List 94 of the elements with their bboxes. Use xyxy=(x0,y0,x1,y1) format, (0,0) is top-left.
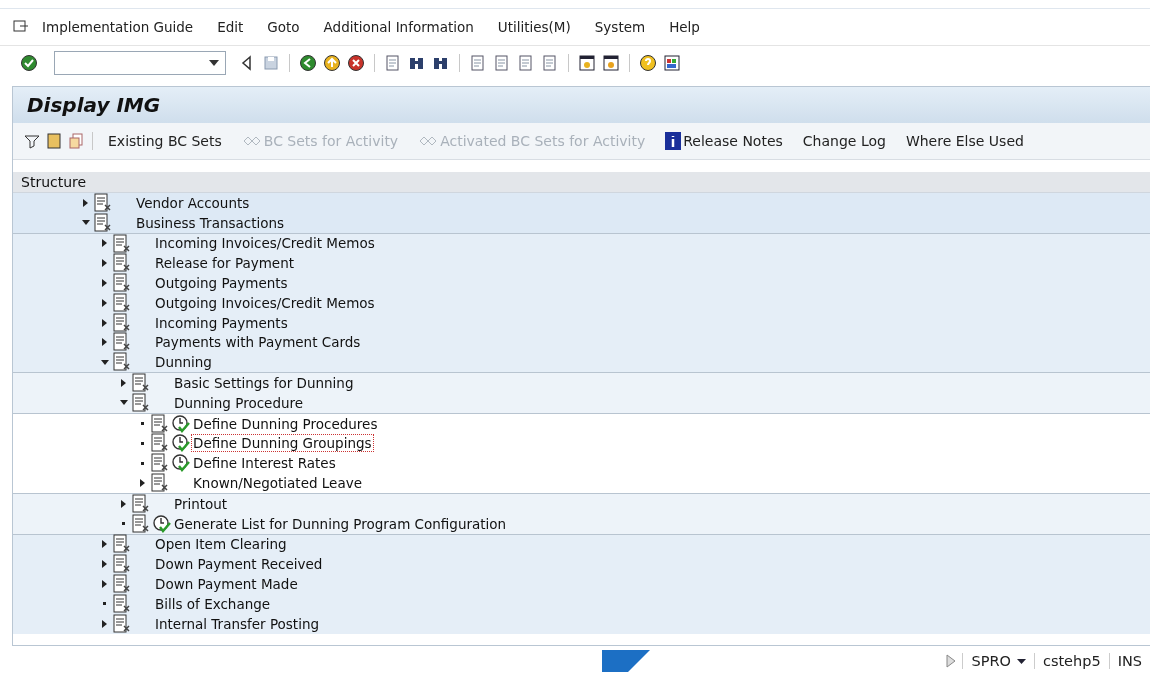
document-icon xyxy=(131,513,151,534)
menu-item[interactable]: Edit xyxy=(205,19,256,35)
tree-node-label[interactable]: Define Dunning Procedures xyxy=(192,415,379,432)
expand-arrow-icon[interactable] xyxy=(102,338,107,347)
tree-node-label[interactable]: Bills of Exchange xyxy=(154,595,272,612)
document-icon xyxy=(112,332,132,353)
tree-node-label[interactable]: Known/Negotiated Leave xyxy=(192,475,363,492)
transaction-code[interactable]: SPRO xyxy=(962,653,1034,669)
tree-node-label[interactable]: Open Item Clearing xyxy=(154,536,288,553)
tree-node-label[interactable]: Outgoing Payments xyxy=(154,275,289,292)
document-icon xyxy=(112,613,132,634)
menu-item[interactable]: Goto xyxy=(255,19,312,35)
bookmark-icon[interactable] xyxy=(45,132,63,150)
document-icon xyxy=(112,273,132,294)
check-icon[interactable] xyxy=(20,54,38,72)
expand-arrow-icon[interactable] xyxy=(102,279,107,288)
input-mode: INS xyxy=(1108,653,1150,669)
command-field[interactable] xyxy=(54,51,226,75)
tree-node-label[interactable]: Define Interest Rates xyxy=(192,455,337,472)
document-icon xyxy=(93,212,113,233)
filter-icon[interactable] xyxy=(23,132,41,150)
expand-arrow-icon[interactable] xyxy=(102,318,107,327)
tree-node-label[interactable]: Define Dunning Groupings xyxy=(192,435,373,452)
toolbar-button[interactable]: Release Notes xyxy=(657,130,791,152)
back-icon[interactable] xyxy=(299,54,317,72)
screen-title: Display IMG xyxy=(27,93,161,117)
document-icon xyxy=(112,352,132,373)
document-icon xyxy=(112,574,132,595)
toolbar-button[interactable]: Existing BC Sets xyxy=(100,131,230,151)
copy-icon[interactable] xyxy=(67,132,85,150)
document-icon xyxy=(150,433,170,454)
tree-node-label[interactable]: Business Transactions xyxy=(135,214,286,231)
tree-node-label[interactable]: Incoming Invoices/Credit Memos xyxy=(154,235,376,252)
menu-item[interactable]: Additional Information xyxy=(311,19,486,35)
play-triangle-icon[interactable] xyxy=(946,654,957,668)
document-icon xyxy=(131,373,151,394)
clock-check-icon[interactable] xyxy=(171,413,191,434)
cancel-icon[interactable] xyxy=(347,54,365,72)
dropdown-caret-icon[interactable] xyxy=(1016,658,1026,664)
tree-node-label[interactable]: Generate List for Dunning Program Configuration xyxy=(173,515,508,532)
toolbar-button[interactable]: Change Log xyxy=(794,131,894,151)
menu-item[interactable]: Implementation Guide xyxy=(30,19,206,35)
document-icon xyxy=(150,453,170,474)
expand-arrow-icon[interactable] xyxy=(102,560,107,569)
tree-node-label[interactable]: Release for Payment xyxy=(154,255,295,272)
tree-node-label[interactable]: Down Payment Made xyxy=(154,576,299,593)
link-icon xyxy=(241,134,262,148)
layout-icon[interactable] xyxy=(663,54,681,72)
menu-item[interactable]: Help xyxy=(657,19,712,35)
dropdown-caret-icon[interactable] xyxy=(209,60,219,66)
document-icon xyxy=(131,392,151,413)
document-icon xyxy=(112,593,132,614)
expand-arrow-icon[interactable] xyxy=(83,198,88,207)
collapse-arrow-icon[interactable] xyxy=(81,220,90,226)
help-icon[interactable] xyxy=(639,54,657,72)
menu-item[interactable]: System xyxy=(582,19,658,35)
tree-node-label[interactable]: Vendor Accounts xyxy=(135,194,251,211)
clock-check-icon[interactable] xyxy=(171,453,191,474)
expand-arrow-icon[interactable] xyxy=(102,298,107,307)
tree-node-label[interactable]: Basic Settings for Dunning xyxy=(173,375,355,392)
tree-node-label[interactable]: Down Payment Received xyxy=(154,556,324,573)
menu-item[interactable]: Utilities(M) xyxy=(485,19,583,35)
clock-check-icon[interactable] xyxy=(171,433,191,454)
document-icon xyxy=(112,292,132,313)
server-name: cstehp5 xyxy=(1033,653,1109,669)
expand-arrow-icon[interactable] xyxy=(102,259,107,268)
expand-arrow-icon[interactable] xyxy=(140,479,145,488)
document-icon xyxy=(93,192,113,213)
document-icon xyxy=(112,233,132,254)
toolbar-button[interactable]: Where Else Used xyxy=(897,131,1032,151)
link-icon xyxy=(418,134,439,148)
document-icon xyxy=(112,253,132,274)
tree-node-label[interactable]: Internal Transfer Posting xyxy=(154,615,321,632)
expand-arrow-icon[interactable] xyxy=(102,619,107,628)
tree-node-label[interactable]: Dunning xyxy=(154,354,213,371)
expand-arrow-icon[interactable] xyxy=(102,540,107,549)
expand-arrow-icon[interactable] xyxy=(102,580,107,589)
collapse-arrow-icon[interactable] xyxy=(100,359,109,365)
document-icon xyxy=(112,554,132,575)
collapse-arrow-icon[interactable] xyxy=(119,400,128,406)
tree-node-label[interactable]: Dunning Procedure xyxy=(173,394,305,411)
info-icon xyxy=(665,132,682,150)
tree-node-label[interactable]: Outgoing Invoices/Credit Memos xyxy=(154,294,376,311)
tree-node-label[interactable]: Incoming Payments xyxy=(154,314,289,331)
expand-arrow-icon[interactable] xyxy=(102,239,107,248)
column-header: Structure xyxy=(13,172,1150,193)
document-icon xyxy=(112,534,132,555)
expand-arrow-icon[interactable] xyxy=(121,499,126,508)
clock-check-icon[interactable] xyxy=(152,513,172,534)
tree-node-label[interactable]: Payments with Payment Cards xyxy=(154,334,362,351)
document-icon xyxy=(112,312,132,333)
new-window-icon[interactable] xyxy=(578,54,596,72)
expand-arrow-icon[interactable] xyxy=(121,379,126,388)
tree-node-label[interactable]: Printout xyxy=(173,495,229,512)
